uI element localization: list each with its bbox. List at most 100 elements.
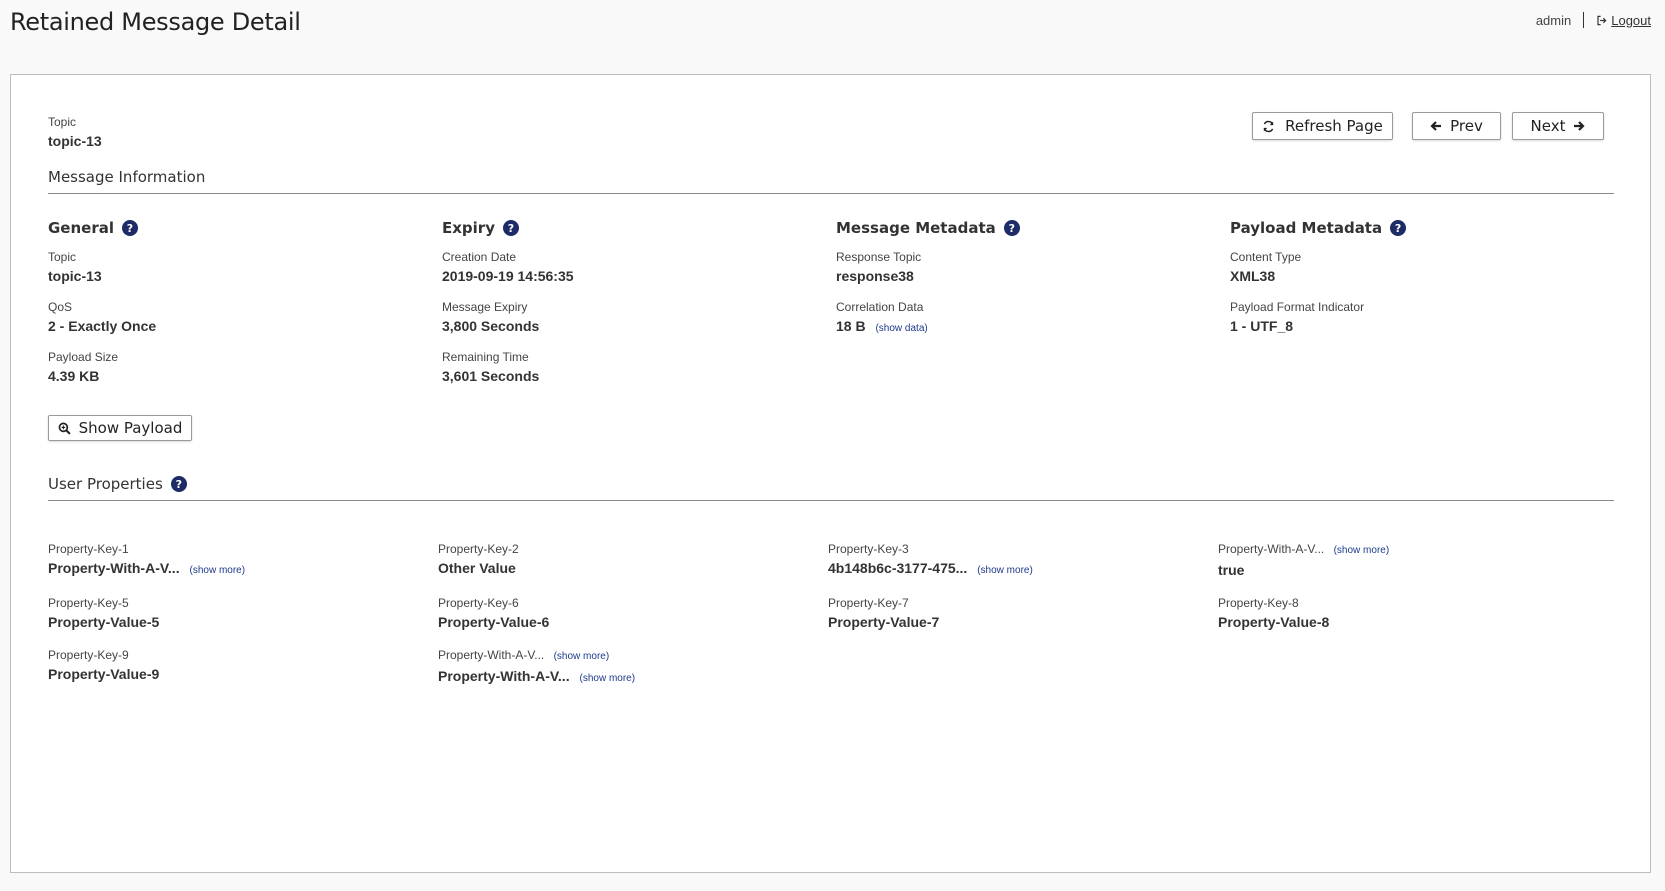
show-data-link[interactable]: (show data) <box>875 323 927 334</box>
field-label: Message Expiry <box>442 300 528 314</box>
topic-header: Topic topic-13 <box>48 115 102 150</box>
remaining-time-field: Remaining Time 3,601 Seconds <box>442 350 822 385</box>
show-payload-button[interactable]: Show Payload <box>48 415 192 441</box>
general-column: General ? Topic topic-13 QoS 2 - Exactly… <box>48 218 428 385</box>
content-type-field: Content Type XML38 <box>1230 250 1610 285</box>
property-key: Property-With-A-V... <box>438 648 545 662</box>
property-value: Property-With-A-V... <box>48 560 180 576</box>
payload-size-field: Payload Size 4.39 KB <box>48 350 428 385</box>
field-label: Correlation Data <box>836 300 924 314</box>
property-key: Property-With-A-V... <box>1218 542 1325 556</box>
field-label: Response Topic <box>836 250 922 264</box>
payload-metadata-column: Payload Metadata ? Content Type XML38 Pa… <box>1230 218 1610 335</box>
topic-label: Topic <box>48 115 77 129</box>
property-key-row: Property-With-A-V... (show more) <box>438 648 798 664</box>
field-label: Creation Date <box>442 250 517 264</box>
message-information-title: Message Information <box>48 168 206 186</box>
field-label: Payload Format Indicator <box>1230 300 1365 314</box>
property-value: Other Value <box>438 560 516 576</box>
property-key: Property-Key-5 <box>48 596 129 610</box>
field-value: 2019-09-19 14:56:35 <box>442 268 574 284</box>
user-property: Property-Key-6 Property-Value-6 <box>438 596 798 631</box>
message-metadata-column: Message Metadata ? Response Topic respon… <box>836 218 1216 338</box>
user-property: Property-Key-8 Property-Value-8 <box>1218 596 1578 631</box>
creation-date-field: Creation Date 2019-09-19 14:56:35 <box>442 250 822 285</box>
expiry-title: Expiry <box>442 219 495 237</box>
show-more-link[interactable]: (show more) <box>554 651 610 662</box>
divider <box>1583 12 1585 28</box>
property-key: Property-Key-2 <box>438 542 519 556</box>
user-property: Property-With-A-V... (show more) Propert… <box>438 648 798 688</box>
user-bar: admin Logout <box>1536 12 1651 28</box>
refresh-page-label: Refresh Page <box>1285 117 1383 135</box>
detail-panel: Topic topic-13 Refresh Page Prev Next Me… <box>10 74 1651 873</box>
property-value: Property-Value-7 <box>828 614 940 630</box>
property-key: Property-Key-3 <box>828 542 909 556</box>
topic-field: Topic topic-13 <box>48 250 428 285</box>
refresh-page-button[interactable]: Refresh Page <box>1252 112 1393 140</box>
next-label: Next <box>1530 117 1566 135</box>
property-key: Property-Key-6 <box>438 596 519 610</box>
show-payload-label: Show Payload <box>78 419 183 437</box>
question-circle-icon[interactable]: ? <box>170 476 187 492</box>
logout-link[interactable]: Logout <box>1596 13 1651 28</box>
correlation-data-field: Correlation Data 18 B (show data) <box>836 300 1216 338</box>
topic-value: topic-13 <box>48 133 102 149</box>
show-more-link[interactable]: (show more) <box>579 673 635 684</box>
field-value: 3,601 Seconds <box>442 368 540 384</box>
user-property: Property-Key-2 Other Value <box>438 542 798 577</box>
field-value: 18 B <box>836 318 866 334</box>
property-value: Property-With-A-V... <box>438 668 570 684</box>
field-value: response38 <box>836 268 914 284</box>
question-circle-icon[interactable]: ? <box>502 220 519 236</box>
property-value-row: Property-With-A-V... (show more) <box>48 559 408 580</box>
refresh-icon <box>1263 120 1274 132</box>
field-label: QoS <box>48 300 73 314</box>
show-more-link[interactable]: (show more) <box>977 565 1033 576</box>
property-value: Property-Value-6 <box>438 614 550 630</box>
expiry-heading: Expiry ? <box>442 218 822 238</box>
message-metadata-heading: Message Metadata ? <box>836 218 1216 238</box>
user-property: Property-Key-5 Property-Value-5 <box>48 596 408 631</box>
property-key: Property-Key-1 <box>48 542 129 556</box>
user-property: Property-Key-7 Property-Value-7 <box>828 596 1188 631</box>
field-label: Content Type <box>1230 250 1302 264</box>
message-information-heading: Message Information <box>48 168 1614 194</box>
show-more-link[interactable]: (show more) <box>189 565 245 576</box>
qos-field: QoS 2 - Exactly Once <box>48 300 428 335</box>
user-property: Property-Key-3 4b148b6c-3177-475... (sho… <box>828 542 1188 580</box>
field-value: XML38 <box>1230 268 1276 284</box>
user-properties-heading: User Properties ? <box>48 475 1614 501</box>
prev-button[interactable]: Prev <box>1412 112 1501 140</box>
question-circle-icon[interactable]: ? <box>1390 220 1407 236</box>
user-property: Property-Key-1 Property-With-A-V... (sho… <box>48 542 408 580</box>
field-value: 3,800 Seconds <box>442 318 540 334</box>
field-value: topic-13 <box>48 268 102 284</box>
user-properties-title: User Properties <box>48 475 163 493</box>
property-key: Property-Key-8 <box>1218 596 1299 610</box>
response-topic-field: Response Topic response38 <box>836 250 1216 285</box>
field-value-row: 18 B (show data) <box>836 317 1216 338</box>
property-value: 4b148b6c-3177-475... <box>828 560 968 576</box>
property-value: Property-Value-8 <box>1218 614 1330 630</box>
question-circle-icon[interactable]: ? <box>122 220 138 236</box>
question-circle-icon[interactable]: ? <box>1003 220 1020 236</box>
user-property: Property-Key-9 Property-Value-9 <box>48 648 408 683</box>
field-label: Payload Size <box>48 350 119 364</box>
property-value-row: Property-With-A-V... (show more) <box>438 667 798 688</box>
arrow-left-icon <box>1430 121 1442 131</box>
logout-label: Logout <box>1611 12 1651 28</box>
payload-metadata-title: Payload Metadata <box>1230 219 1383 237</box>
property-value: Property-Value-5 <box>48 614 160 630</box>
property-value-row: 4b148b6c-3177-475... (show more) <box>828 559 1188 580</box>
general-title: General <box>48 219 114 237</box>
show-more-link[interactable]: (show more) <box>1334 545 1390 556</box>
next-button[interactable]: Next <box>1512 112 1604 140</box>
field-value: 2 - Exactly Once <box>48 318 157 334</box>
field-value: 1 - UTF_8 <box>1230 318 1294 334</box>
general-heading: General ? <box>48 218 428 238</box>
field-label: Remaining Time <box>442 350 529 364</box>
prev-label: Prev <box>1450 117 1483 135</box>
page-title: Retained Message Detail <box>10 8 301 36</box>
property-value: Property-Value-9 <box>48 666 160 682</box>
